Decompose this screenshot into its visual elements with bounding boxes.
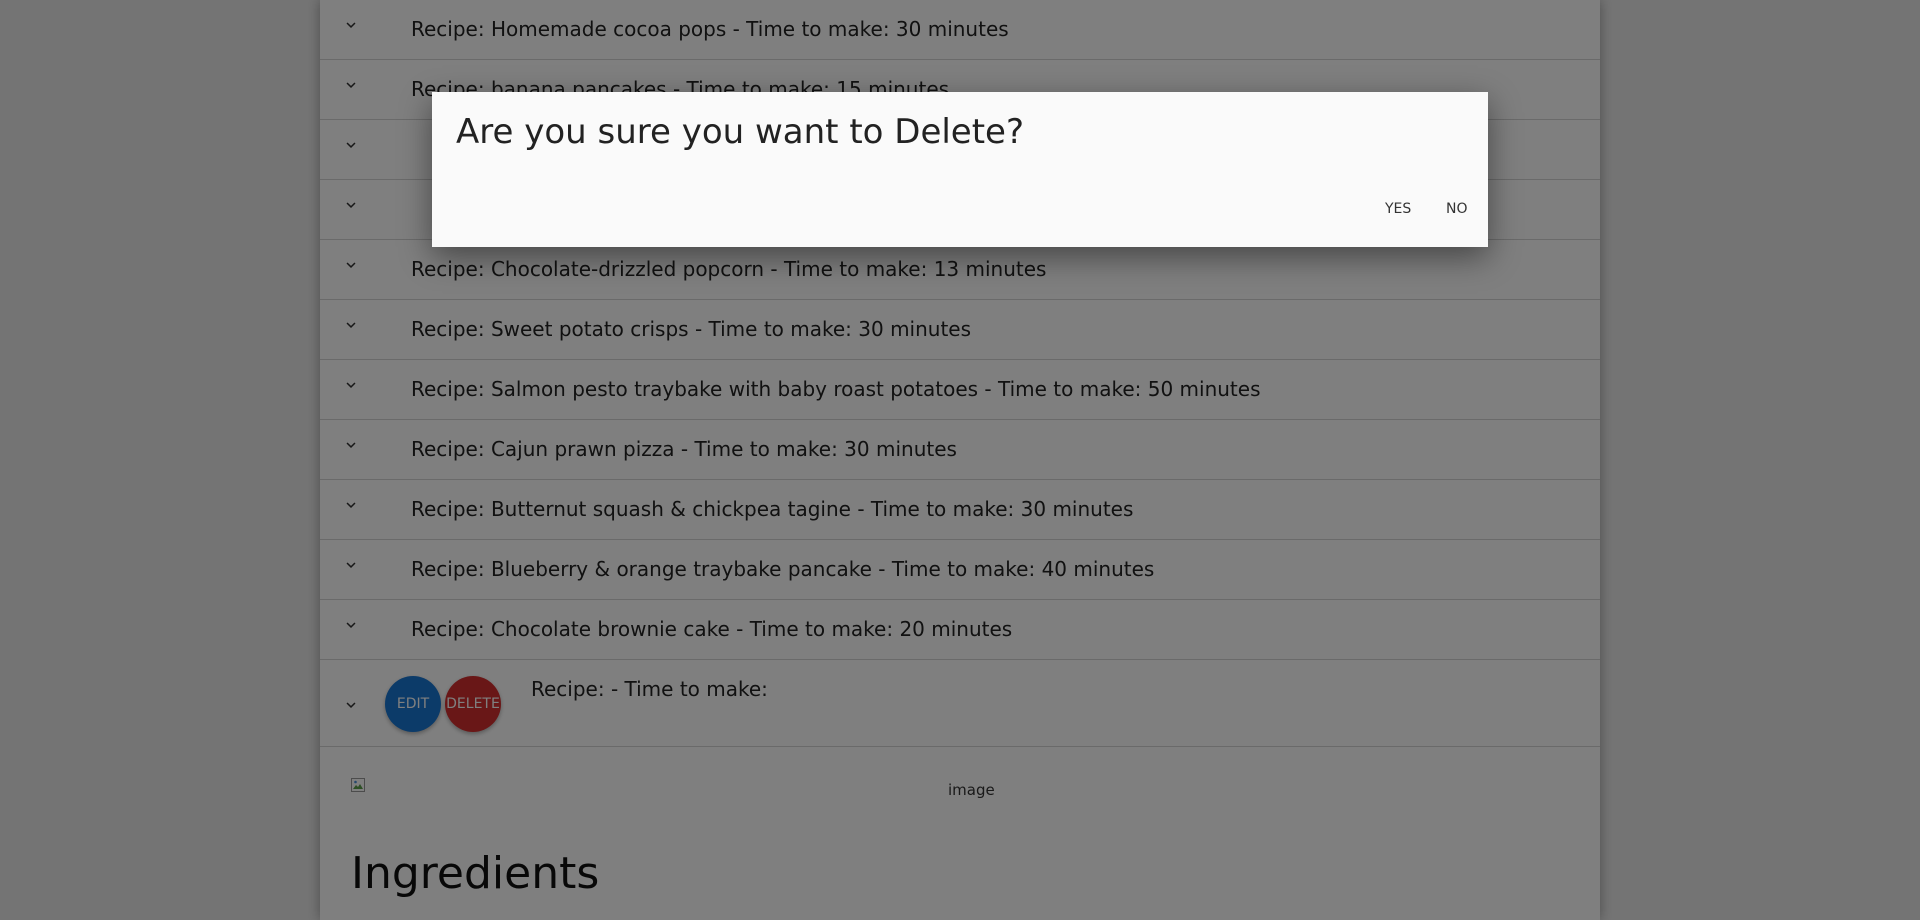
dialog-title: Are you sure you want to Delete? (456, 112, 1025, 152)
delete-confirm-dialog: Are you sure you want to Delete? YES NO (432, 92, 1488, 247)
yes-button[interactable]: YES (1385, 201, 1411, 217)
no-button[interactable]: NO (1446, 201, 1468, 217)
